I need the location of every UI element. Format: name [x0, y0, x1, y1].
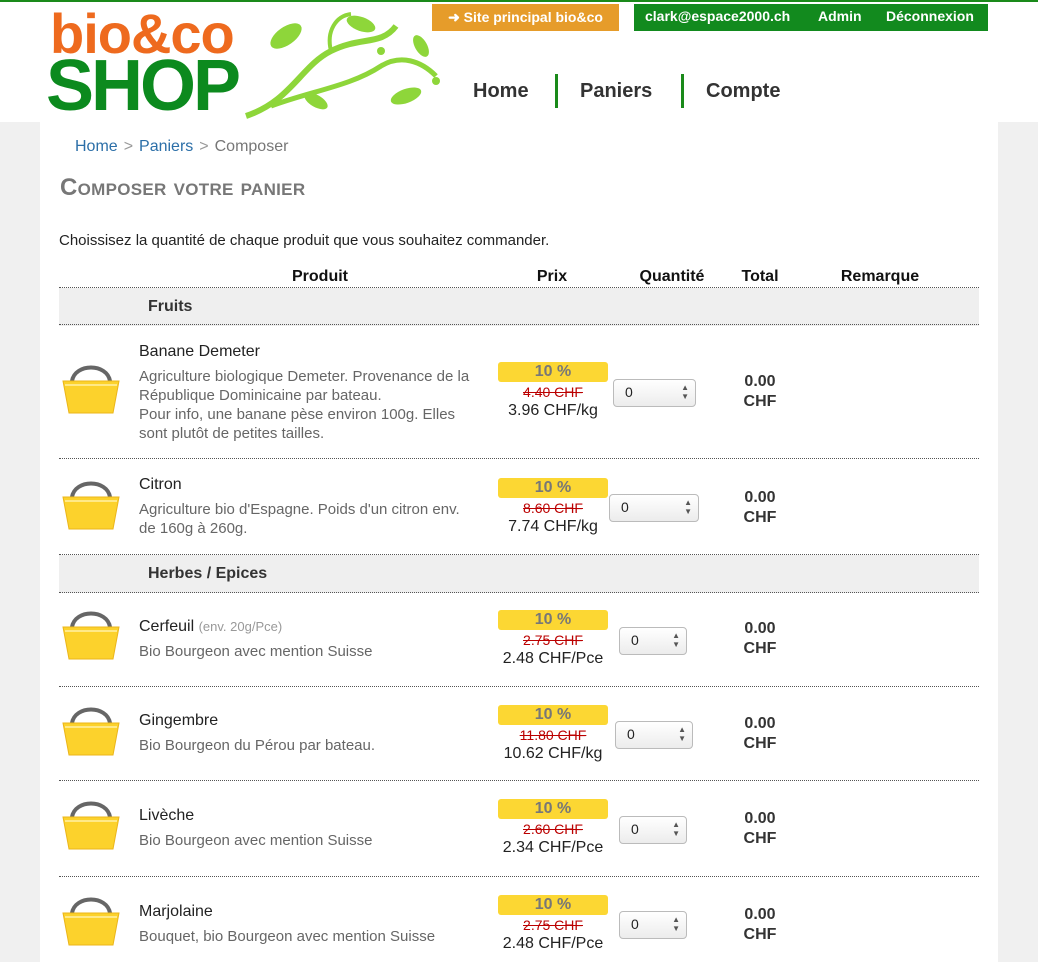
quantity-stepper[interactable]: 0 ▲ ▼: [613, 379, 696, 407]
product-name: Citron: [139, 476, 182, 493]
nav-separator: [681, 74, 684, 108]
product-description: Bouquet, bio Bourgeon avec mention Suiss…: [139, 928, 436, 945]
col-header-prix: Prix: [536, 268, 568, 285]
logout-link[interactable]: Déconnexion: [886, 4, 974, 29]
main-site-button[interactable]: ➜ Site principal bio&co: [432, 4, 619, 31]
basket-icon: [62, 365, 120, 414]
unit-price: 2.48 CHF/Pce: [502, 650, 604, 667]
basket-icon: [62, 801, 120, 850]
unit-price: 3.96 CHF/kg: [508, 402, 598, 419]
discount-badge: 10 %: [498, 610, 608, 630]
product-row: Gingembre Bio Bourgeon du Pérou par bate…: [59, 687, 979, 780]
discount-badge: 10 %: [498, 478, 608, 498]
quantity-stepper[interactable]: 0 ▲ ▼: [619, 627, 687, 655]
spinner-arrows-icon[interactable]: ▲ ▼: [672, 820, 680, 838]
discount-badge: 10 %: [498, 799, 608, 819]
discount-badge: 10 %: [498, 362, 608, 382]
product-name: Cerfeuil (env. 20g/Pce): [139, 618, 283, 635]
old-price: 2.75 CHF: [523, 632, 583, 648]
breadcrumb-separator: >: [199, 138, 209, 155]
line-total: 0.00 CHF: [743, 715, 777, 752]
category-label: Herbes / Epices: [148, 565, 268, 582]
basket-icon: [62, 611, 120, 660]
product-name: Livèche: [139, 807, 195, 824]
site-header: bio&co SHOP ➜ Site principal bio&co clar…: [0, 2, 1038, 126]
product-row: Cerfeuil (env. 20g/Pce) Bio Bourgeon ave…: [59, 593, 979, 686]
product-name: Marjolaine: [139, 903, 213, 920]
product-row: Banane Demeter Agriculture biologique De…: [59, 325, 979, 458]
spinner-arrows-icon[interactable]: ▲ ▼: [672, 631, 680, 649]
line-total: 0.00 CHF: [743, 373, 777, 410]
product-description: Agriculture bio d'Espagne. Poids d'un ci…: [139, 501, 460, 537]
quantity-stepper[interactable]: 0 ▲ ▼: [619, 816, 687, 844]
main-content: Home > Paniers > Composer Composer votre pan…: [40, 122, 998, 962]
product-row: Livèche Bio Bourgeon avec mention Suisse…: [59, 781, 979, 876]
category-row: Herbes / Epices: [59, 555, 979, 593]
quantity-stepper[interactable]: 0 ▲ ▼: [615, 721, 693, 749]
product-description: Bio Bourgeon du Pérou par bateau.: [139, 737, 376, 754]
col-header-produit: Produit: [292, 268, 348, 285]
quantity-stepper[interactable]: 0 ▲ ▼: [609, 494, 699, 522]
col-header-remarque: Remarque: [840, 268, 920, 285]
spinner-arrows-icon[interactable]: ▲ ▼: [684, 498, 692, 516]
product-hint: (env. 20g/Pce): [198, 619, 283, 634]
unit-price: 7.74 CHF/kg: [508, 518, 598, 535]
discount-badge: 10 %: [498, 895, 608, 915]
old-price: 2.75 CHF: [523, 917, 583, 933]
nav-compte[interactable]: Compte: [706, 74, 780, 108]
nav-home[interactable]: Home: [473, 74, 529, 108]
discount-badge: 10 %: [498, 705, 608, 725]
basket-icon: [62, 707, 120, 756]
old-price: 11.80 CHF: [519, 727, 587, 743]
line-total: 0.00 CHF: [743, 906, 777, 943]
spinner-arrows-icon[interactable]: ▲ ▼: [681, 383, 689, 401]
nav-paniers[interactable]: Paniers: [580, 74, 652, 108]
category-row: Fruits: [59, 288, 979, 326]
category-label: Fruits: [148, 298, 193, 315]
product-description: Bio Bourgeon avec mention Suisse: [139, 643, 373, 660]
product-row: Citron Agriculture bio d'Espagne. Poids …: [59, 459, 979, 554]
unit-price: 10.62 CHF/kg: [503, 745, 603, 762]
line-total: 0.00 CHF: [743, 489, 777, 526]
breadcrumb-current: Composer: [214, 138, 289, 155]
old-price: 4.40 CHF: [523, 384, 583, 400]
intro-text: Choissisez la quantité de chaque produit…: [59, 232, 550, 249]
nav-separator: [555, 74, 558, 108]
product-row: Marjolaine Bouquet, bio Bourgeon avec me…: [59, 877, 979, 962]
col-header-quantite: Quantité: [639, 268, 705, 285]
unit-price: 2.34 CHF/Pce: [502, 839, 604, 856]
user-email-link[interactable]: clark@espace2000.ch: [645, 4, 790, 29]
product-description: Bio Bourgeon avec mention Suisse: [139, 832, 373, 849]
breadcrumb-paniers[interactable]: Paniers: [139, 138, 193, 155]
spinner-arrows-icon[interactable]: ▲ ▼: [678, 725, 686, 743]
unit-price: 2.48 CHF/Pce: [502, 935, 604, 952]
spinner-arrows-icon[interactable]: ▲ ▼: [672, 915, 680, 933]
quantity-stepper[interactable]: 0 ▲ ▼: [619, 911, 687, 939]
basket-icon: [62, 897, 120, 946]
breadcrumb-home[interactable]: Home: [75, 138, 118, 155]
old-price: 2.60 CHF: [523, 821, 583, 837]
breadcrumb-separator: >: [123, 138, 134, 155]
product-description: Agriculture biologique Demeter. Provenan…: [139, 368, 470, 442]
main-nav: Home Paniers Compte: [0, 74, 1038, 108]
admin-link[interactable]: Admin: [818, 4, 862, 29]
col-header-total: Total: [741, 268, 779, 285]
line-total: 0.00 CHF: [743, 810, 777, 847]
page-title: Composer votre panier: [60, 174, 306, 201]
breadcrumb: Home > Paniers > Composer: [75, 138, 288, 156]
product-name: Gingembre: [139, 712, 219, 729]
line-total: 0.00 CHF: [743, 620, 777, 657]
old-price: 8.60 CHF: [523, 500, 583, 516]
basket-icon: [62, 481, 120, 530]
user-bar: clark@espace2000.ch Admin Déconnexion: [634, 4, 988, 31]
product-name: Banane Demeter: [139, 343, 260, 360]
